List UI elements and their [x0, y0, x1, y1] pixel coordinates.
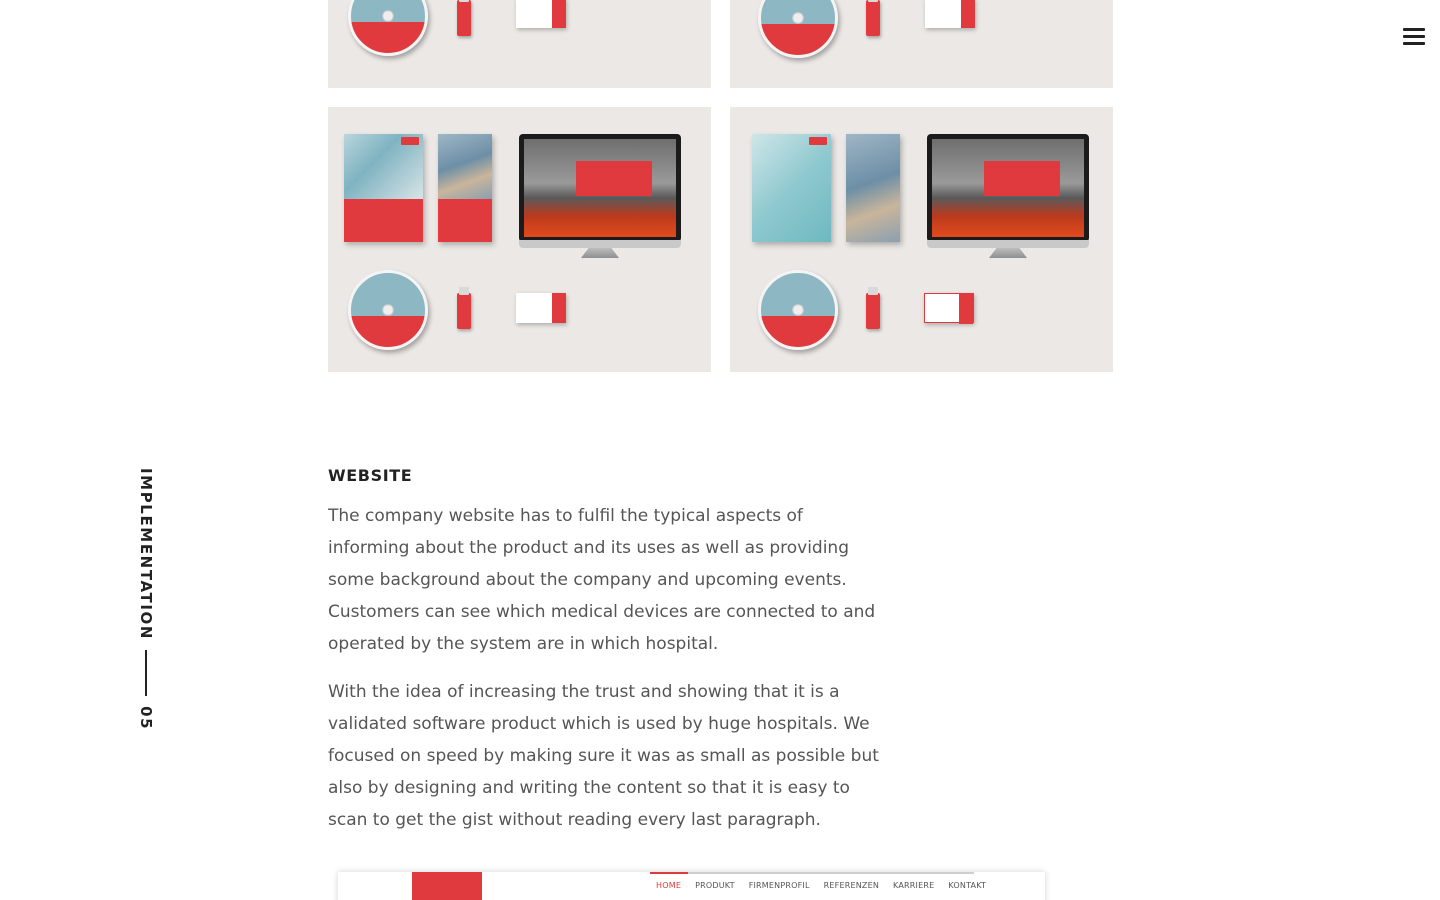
body-paragraph: With the idea of increasing the trust an…: [328, 682, 879, 830]
brochure-mockup: [752, 134, 831, 242]
nav-item-kontakt: KONTAKT: [948, 881, 987, 890]
nav-item-home: HOME: [656, 881, 682, 890]
brochure-mockup: [344, 134, 423, 242]
cd-mockup: [758, 270, 838, 350]
cd-mockup: [758, 0, 838, 58]
nav-item-firmenprofil: FIRMENPROFIL: [748, 881, 810, 890]
nav-item-referenzen: REFERENZEN: [823, 881, 880, 890]
cd-mockup: [348, 270, 428, 350]
menu-line: [1403, 42, 1425, 45]
business-card-mockup: [925, 0, 975, 28]
section-number: 05: [137, 706, 155, 731]
website-nav: HOME PRODUKT FIRMENPROFIL REFERENZEN KAR…: [656, 881, 986, 890]
business-card-mockup: [924, 293, 974, 324]
brochure-mockup: [846, 134, 900, 242]
section-heading: WEBSITE: [328, 466, 413, 485]
usb-stick-mockup: [866, 0, 880, 36]
body-paragraph: The company website has to fulfil the ty…: [328, 506, 876, 654]
website-preview-image: HOME PRODUKT FIRMENPROFIL REFERENZEN KAR…: [338, 872, 1045, 900]
brochure-mockup: [438, 134, 492, 242]
usb-stick-mockup: [866, 287, 880, 329]
menu-line: [1403, 28, 1425, 31]
gallery-tile[interactable]: [328, 107, 711, 372]
section-indicator: IMPLEMENTATION 05: [136, 468, 156, 730]
cd-mockup: [348, 0, 428, 56]
usb-stick-mockup: [457, 287, 471, 329]
nav-item-produkt: PRODUKT: [695, 881, 735, 890]
hamburger-menu-icon[interactable]: [1403, 26, 1425, 46]
gallery-tile[interactable]: [730, 107, 1113, 372]
business-card-mockup: [516, 293, 566, 323]
business-card-mockup: [516, 0, 566, 28]
brand-logo: [412, 872, 482, 900]
gallery-tile[interactable]: [328, 0, 711, 88]
section-label: IMPLEMENTATION: [137, 468, 155, 641]
nav-indicator: [650, 872, 974, 874]
gallery-tile[interactable]: [730, 0, 1113, 88]
usb-stick-mockup: [457, 0, 471, 36]
nav-item-karriere: KARRIERE: [893, 881, 935, 890]
section-divider: [145, 650, 147, 697]
menu-line: [1403, 35, 1425, 38]
